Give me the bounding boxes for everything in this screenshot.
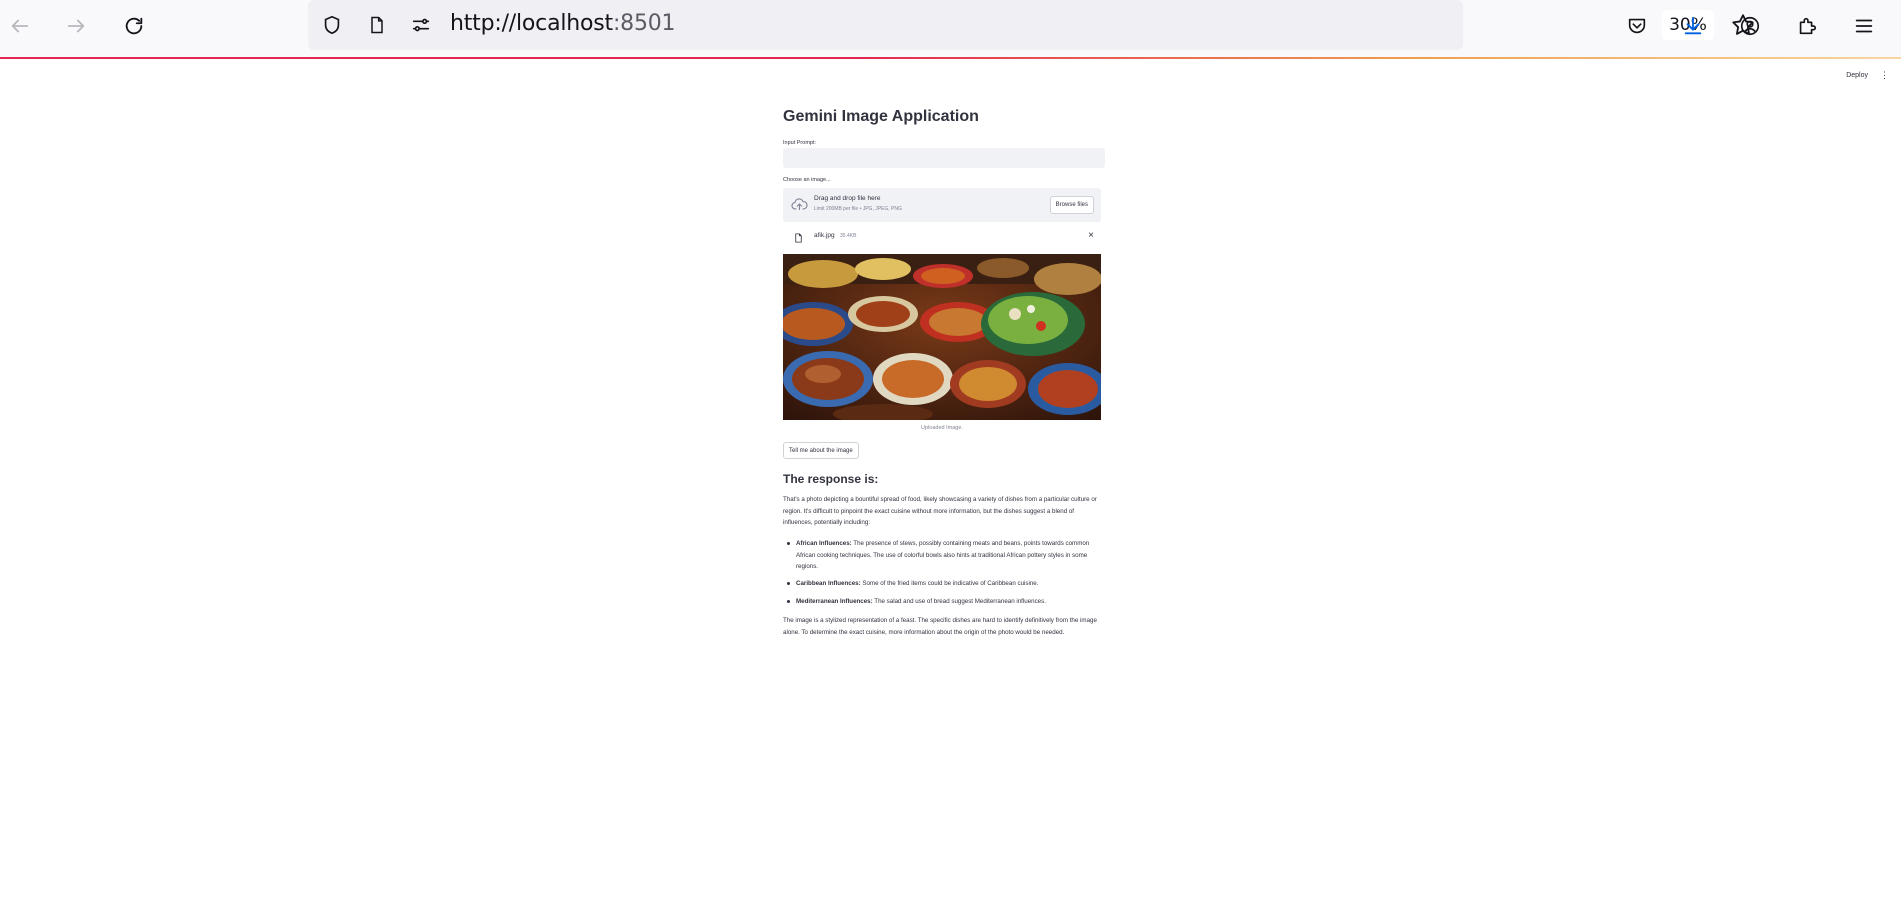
page-icon[interactable] xyxy=(365,13,389,37)
response-outro: The image is a stylized representation o… xyxy=(783,617,1097,636)
file-icon xyxy=(793,231,804,249)
cloud-upload-icon xyxy=(791,197,808,216)
bullet-text: The salad and use of bread suggest Medit… xyxy=(872,598,1046,605)
deploy-button[interactable]: Deploy xyxy=(1846,72,1868,79)
bullet-title: Mediterranean Influences: xyxy=(796,598,873,605)
streamlit-header: Deploy ⋮ xyxy=(1846,70,1889,81)
url-host: http://localhost xyxy=(450,11,613,36)
browser-toolbar: http://localhost:8501 30% xyxy=(0,0,1901,58)
response-heading: The response is: xyxy=(783,472,879,486)
main-menu-icon[interactable]: ⋮ xyxy=(1880,70,1889,81)
pocket-icon xyxy=(1628,18,1646,34)
reload-button[interactable] xyxy=(117,9,151,43)
browse-files-button[interactable]: Browse files xyxy=(1049,196,1094,214)
back-button[interactable] xyxy=(3,9,37,43)
response-intro: That's a photo depicting a bountiful spr… xyxy=(783,496,1097,526)
app-menu-button[interactable] xyxy=(1847,9,1881,43)
dropzone-limit: Limit 200MB per file • JPG, JPEG, PNG xyxy=(814,206,902,212)
file-dropzone[interactable]: Drag and drop file here Limit 200MB per … xyxy=(783,188,1101,222)
download-icon xyxy=(1684,16,1702,35)
account-icon xyxy=(1740,16,1760,36)
uploaded-file-row: afik.jpg 35.4KB × xyxy=(783,228,1101,246)
puzzle-icon xyxy=(1799,17,1817,35)
page-title: Gemini Image Application xyxy=(783,108,979,125)
uploaded-image xyxy=(783,254,1101,420)
address-bar[interactable]: http://localhost:8501 30% xyxy=(308,0,1754,50)
tell-me-button[interactable]: Tell me about the image xyxy=(783,442,859,459)
image-caption: Uploaded Image. xyxy=(921,425,963,431)
bullet-title: African Influences: xyxy=(796,540,852,547)
list-item: Caribbean Influences: Some of the fried … xyxy=(787,578,1101,590)
file-name: afik.jpg xyxy=(814,232,835,239)
url-port: :8501 xyxy=(612,11,676,36)
uploader-label: Choose an image... xyxy=(783,177,831,183)
account-button[interactable] xyxy=(1733,9,1767,43)
arrow-right-icon xyxy=(67,19,85,33)
file-size: 35.4KB xyxy=(840,233,857,239)
downloads-button[interactable] xyxy=(1676,9,1710,43)
input-prompt-label: Input Prompt: xyxy=(783,140,817,146)
remove-file-icon[interactable]: × xyxy=(1088,230,1094,241)
pocket-button[interactable] xyxy=(1620,9,1654,43)
forward-button[interactable] xyxy=(59,9,93,43)
permissions-icon[interactable] xyxy=(409,13,433,37)
extensions-button[interactable] xyxy=(1790,9,1824,43)
hamburger-icon xyxy=(1855,19,1873,33)
url-text[interactable]: http://localhost:8501 xyxy=(450,11,676,36)
reload-icon xyxy=(125,17,143,35)
page-load-progress xyxy=(0,57,1901,59)
bullet-text: Some of the fried items could be indicat… xyxy=(860,580,1039,587)
list-item: African Influences: The presence of stew… xyxy=(787,538,1101,573)
list-item: Mediterranean Influences: The salad and … xyxy=(787,596,1101,608)
arrow-left-icon xyxy=(11,19,29,33)
prompt-input[interactable] xyxy=(783,148,1105,168)
dropzone-title: Drag and drop file here xyxy=(814,195,881,202)
bullet-title: Caribbean Influences: xyxy=(796,580,861,587)
shield-icon[interactable] xyxy=(320,13,344,37)
